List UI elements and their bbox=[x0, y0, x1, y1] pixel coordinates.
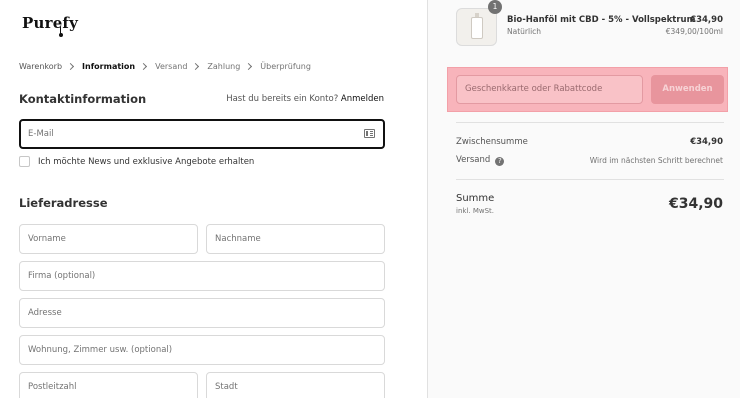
apartment-field[interactable]: Wohnung, Zimmer usw. (optional) bbox=[19, 335, 385, 365]
quantity-badge: 1 bbox=[488, 0, 502, 14]
company-field[interactable]: Firma (optional) bbox=[19, 261, 385, 291]
contact-card-icon bbox=[364, 129, 375, 138]
breadcrumb: Warenkorb Information Versand Zahlung Üb… bbox=[19, 62, 311, 71]
login-link[interactable]: Anmelden bbox=[341, 94, 384, 104]
last-name-field[interactable]: Nachname bbox=[206, 224, 385, 254]
brand-logo[interactable]: Purefy bbox=[22, 14, 78, 32]
first-name-placeholder: Vorname bbox=[28, 234, 66, 244]
total-divider bbox=[456, 179, 724, 180]
shipping-value: Wird im nächsten Schritt berechnet bbox=[589, 156, 723, 165]
chevron-right-icon bbox=[245, 62, 253, 71]
last-name-placeholder: Nachname bbox=[215, 234, 261, 244]
checkout-form-panel: Purefy Warenkorb Information Versand Zah… bbox=[0, 0, 427, 398]
breadcrumb-cart[interactable]: Warenkorb bbox=[19, 62, 62, 71]
newsletter-option: Ich möchte News und exklusive Angebote e… bbox=[19, 156, 254, 167]
summary-divider bbox=[456, 122, 724, 123]
product-price: €34,90 bbox=[690, 15, 723, 25]
product-unit-price: €349,00/100ml bbox=[665, 27, 723, 36]
postal-code-placeholder: Postleitzahl bbox=[28, 382, 77, 392]
breadcrumb-information: Information bbox=[82, 62, 136, 71]
apartment-placeholder: Wohnung, Zimmer usw. (optional) bbox=[28, 345, 173, 355]
total-value: €34,90 bbox=[668, 196, 723, 212]
shipping-section-title: Lieferadresse bbox=[19, 196, 108, 210]
login-prompt: Hast du bereits ein Konto? Anmelden bbox=[226, 94, 384, 104]
newsletter-checkbox[interactable] bbox=[19, 156, 30, 167]
breadcrumb-payment: Zahlung bbox=[207, 62, 241, 71]
breadcrumb-shipping: Versand bbox=[155, 62, 188, 71]
bottle-icon bbox=[471, 13, 483, 39]
city-placeholder: Stadt bbox=[215, 382, 238, 392]
shipping-label: Versand bbox=[456, 155, 491, 165]
total-tax-note: inkl. MwSt. bbox=[456, 207, 495, 215]
shipping-row: Versand? bbox=[456, 155, 505, 166]
product-name: Bio-Hanföl mit CBD - 5% - Vollspektrum bbox=[507, 15, 696, 25]
contact-section-title: Kontaktinformation bbox=[19, 92, 147, 106]
email-placeholder: E-Mail bbox=[28, 129, 54, 139]
discount-placeholder: Geschenkkarte oder Rabattcode bbox=[465, 84, 603, 94]
subtotal-label: Zwischensumme bbox=[456, 137, 528, 147]
address-field[interactable]: Adresse bbox=[19, 298, 385, 328]
city-field[interactable]: Stadt bbox=[206, 372, 385, 398]
login-prompt-text: Hast du bereits ein Konto? bbox=[226, 94, 339, 104]
email-field[interactable]: E-Mail bbox=[19, 119, 385, 149]
subtotal-value: €34,90 bbox=[690, 137, 723, 147]
total-label: Summe bbox=[456, 193, 495, 204]
breadcrumb-review: Überprüfung bbox=[260, 62, 311, 71]
address-placeholder: Adresse bbox=[28, 308, 62, 318]
chevron-right-icon bbox=[140, 62, 148, 71]
help-icon[interactable]: ? bbox=[495, 157, 505, 166]
chevron-right-icon bbox=[66, 62, 75, 71]
discount-code-input[interactable]: Geschenkkarte oder Rabattcode bbox=[456, 75, 643, 104]
logo-drop-icon bbox=[59, 33, 63, 37]
postal-code-field[interactable]: Postleitzahl bbox=[19, 372, 198, 398]
chevron-right-icon bbox=[192, 62, 200, 71]
product-variant: Natürlich bbox=[507, 27, 542, 36]
product-image bbox=[456, 8, 497, 46]
apply-discount-button[interactable]: Anwenden bbox=[651, 75, 724, 104]
first-name-field[interactable]: Vorname bbox=[19, 224, 198, 254]
order-summary-panel: 1 Bio-Hanföl mit CBD - 5% - Vollspektrum… bbox=[427, 0, 740, 398]
newsletter-label[interactable]: Ich möchte News und exklusive Angebote e… bbox=[38, 157, 254, 167]
company-placeholder: Firma (optional) bbox=[28, 271, 96, 281]
